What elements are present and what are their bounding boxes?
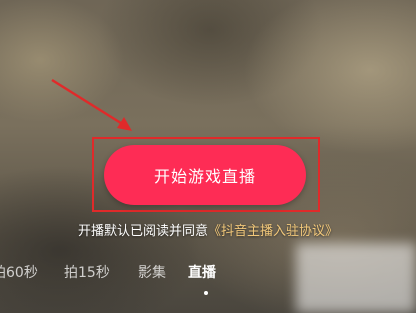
tab-album[interactable]: 影集	[138, 262, 166, 282]
tab-live[interactable]: 直播	[188, 262, 216, 282]
background-glare	[296, 243, 416, 313]
agreement-text: 开播默认已阅读并同意	[77, 224, 208, 239]
start-game-live-button[interactable]: 开始游戏直播	[104, 145, 306, 205]
active-tab-indicator	[204, 291, 208, 295]
tab-15s[interactable]: 拍15秒	[64, 262, 110, 282]
tab-60s[interactable]: 拍60秒	[0, 262, 38, 282]
agreement-notice: 开播默认已阅读并同意《抖音主播入驻协议》	[0, 220, 416, 239]
agreement-link[interactable]: 《抖音主播入驻协议》	[208, 224, 338, 239]
